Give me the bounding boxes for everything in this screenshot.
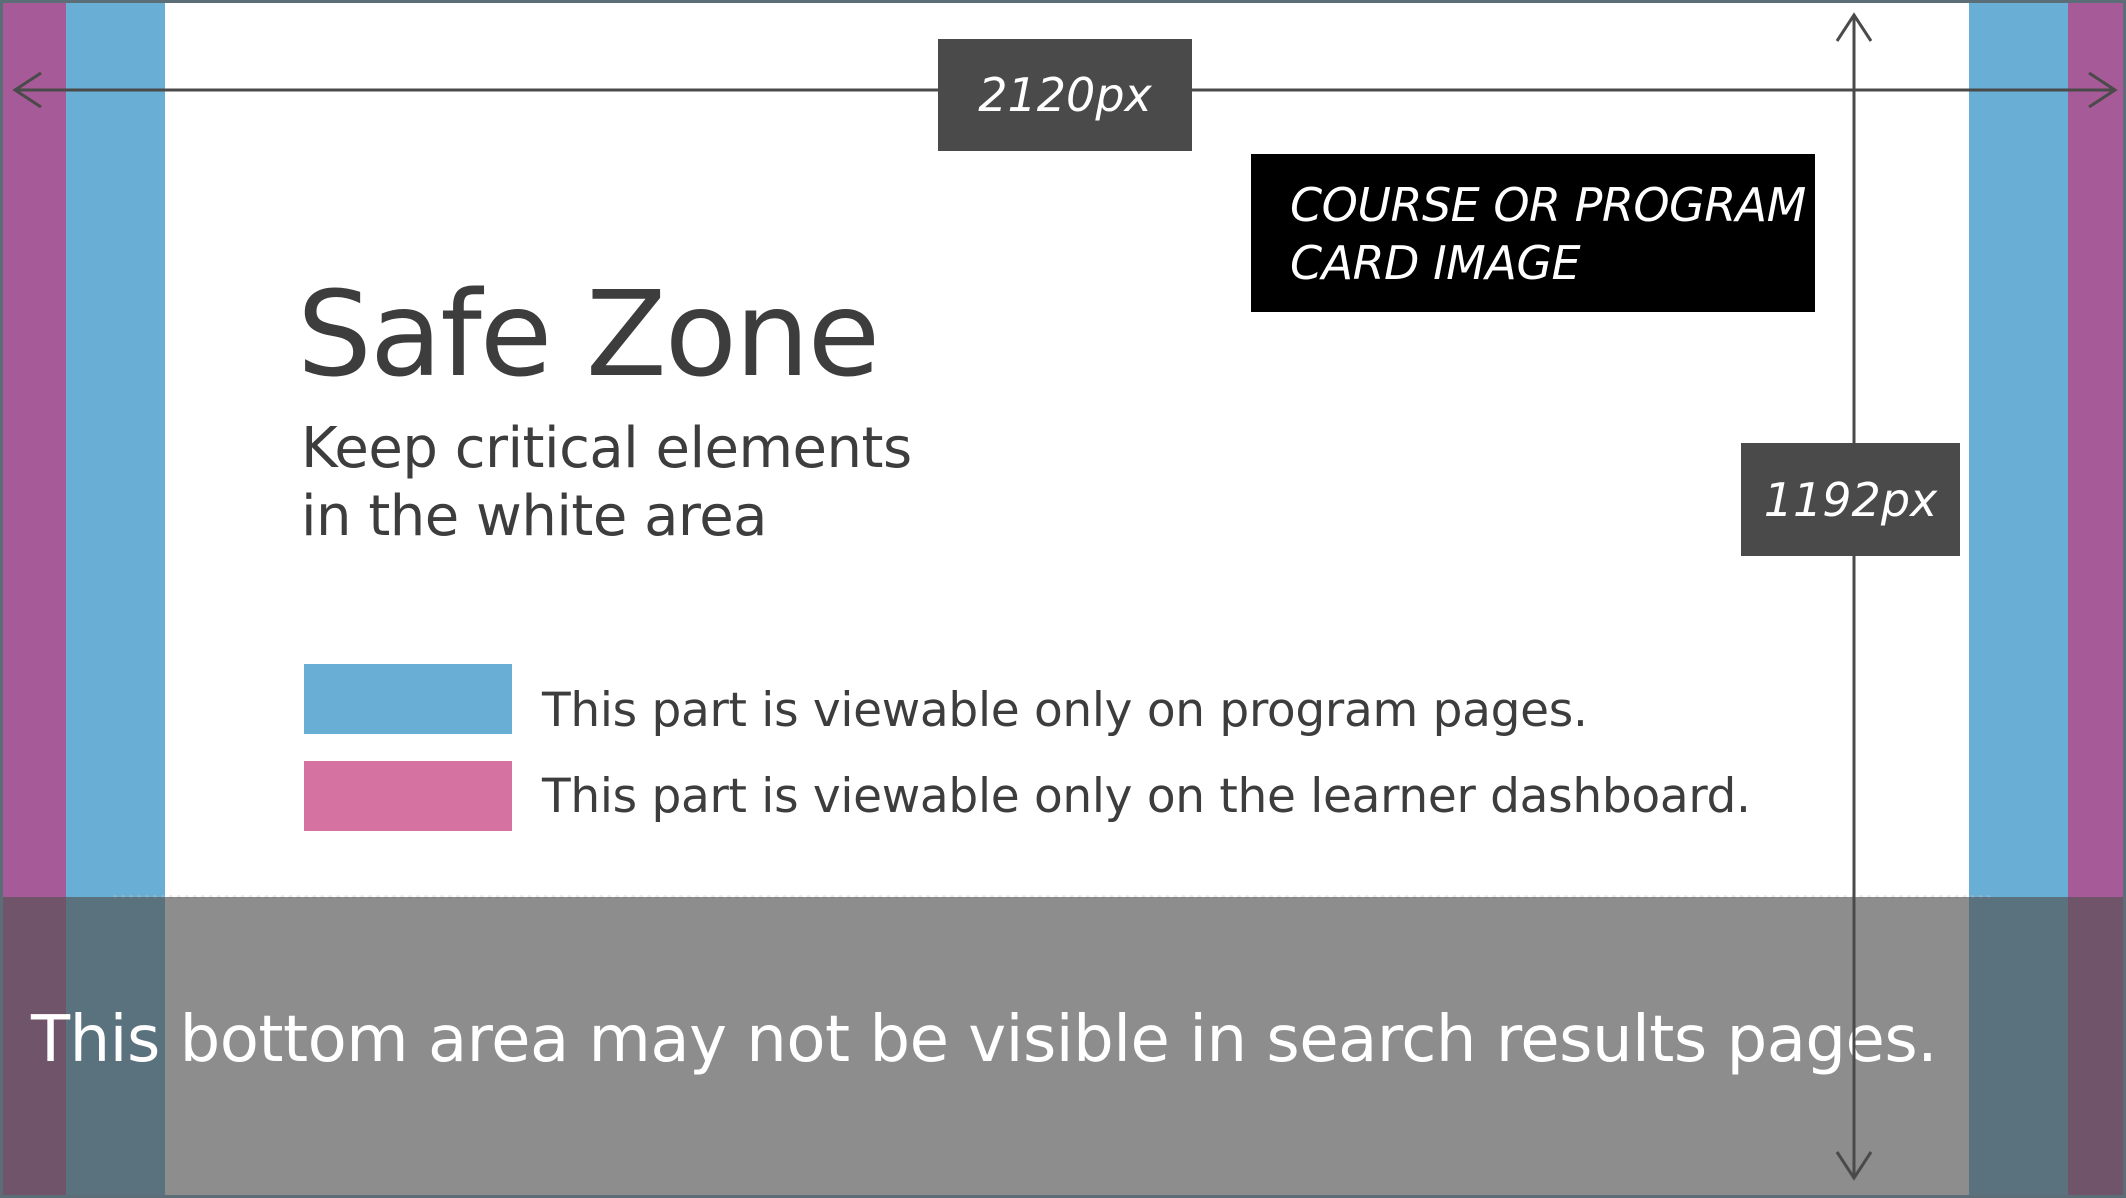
safe-zone-template: COURSE OR PROGRAM CARD IMAGE Safe Zone K… (0, 0, 2126, 1198)
width-dimension-label: 2120px (938, 39, 1192, 151)
height-dimension-label: 1192px (1741, 443, 1960, 556)
height-arrow (1835, 12, 1873, 1181)
dimension-arrows (12, 12, 2118, 1181)
